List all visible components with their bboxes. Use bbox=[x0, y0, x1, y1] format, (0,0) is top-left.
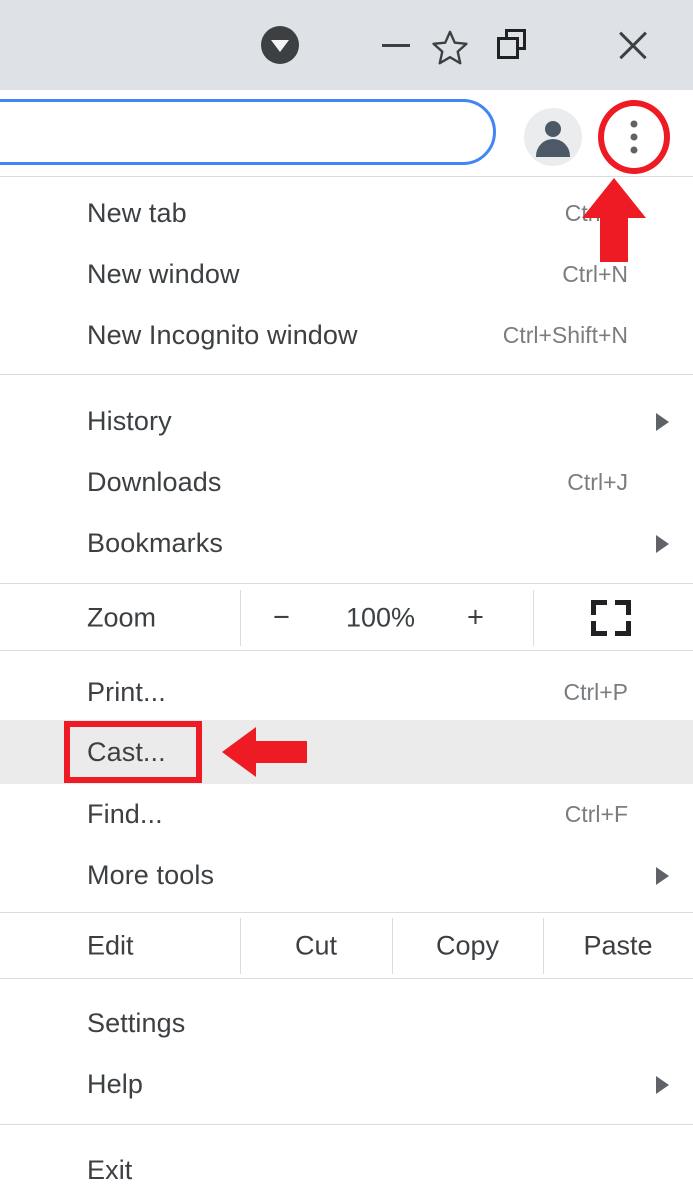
close-button[interactable] bbox=[588, 0, 678, 90]
menu-edit-row: Edit Cut Copy Paste bbox=[0, 914, 693, 978]
menu-separator bbox=[0, 583, 693, 584]
menu-item-history[interactable]: History bbox=[0, 391, 693, 452]
menu-item-shortcut: Ctrl+N bbox=[562, 261, 628, 287]
chevron-right-icon bbox=[656, 412, 669, 431]
menu-item-cast[interactable]: Cast... bbox=[0, 720, 693, 784]
menu-item-label: New Incognito window bbox=[87, 320, 358, 350]
window-title-bar bbox=[0, 0, 693, 90]
copy-button[interactable]: Copy bbox=[392, 931, 543, 962]
chrome-main-menu: New tab Ctrl+T New window Ctrl+N New Inc… bbox=[0, 177, 693, 1199]
browser-toolbar bbox=[0, 90, 693, 177]
up-arrow-annotation bbox=[582, 178, 646, 262]
menu-item-label: Settings bbox=[87, 1008, 186, 1038]
menu-separator bbox=[0, 650, 693, 651]
menu-item-shortcut: Ctrl+P bbox=[563, 679, 628, 705]
account-avatar-icon bbox=[545, 121, 561, 137]
close-icon bbox=[616, 28, 650, 62]
cut-button[interactable]: Cut bbox=[240, 931, 392, 962]
menu-item-print[interactable]: Print... Ctrl+P bbox=[0, 662, 693, 723]
menu-item-label: Exit bbox=[87, 1155, 133, 1185]
menu-zoom-row: Zoom − 100% + bbox=[0, 586, 693, 650]
restore-window-icon bbox=[497, 29, 529, 61]
menu-item-shortcut: Ctrl+J bbox=[567, 469, 628, 495]
menu-item-label: Help bbox=[87, 1069, 143, 1099]
profile-avatar[interactable] bbox=[524, 108, 582, 166]
zoom-label: Zoom bbox=[87, 602, 157, 633]
download-indicator-button[interactable] bbox=[235, 0, 325, 90]
paste-button[interactable]: Paste bbox=[543, 931, 693, 962]
menu-item-help[interactable]: Help bbox=[0, 1054, 693, 1115]
zoom-level-value: 100% bbox=[346, 602, 416, 633]
minimize-icon bbox=[382, 43, 410, 47]
menu-separator bbox=[0, 374, 693, 375]
chevron-right-icon bbox=[656, 1075, 669, 1094]
zoom-out-button[interactable]: − bbox=[273, 602, 290, 635]
fullscreen-icon[interactable] bbox=[591, 600, 631, 636]
menu-item-label: New tab bbox=[87, 198, 187, 228]
download-arrow-circle-icon bbox=[261, 26, 299, 64]
menu-item-settings[interactable]: Settings bbox=[0, 993, 693, 1054]
menu-item-more-tools[interactable]: More tools bbox=[0, 845, 693, 906]
browser-window-screenshot: New tab Ctrl+T New window Ctrl+N New Inc… bbox=[0, 0, 693, 1199]
menu-item-label: New window bbox=[87, 259, 240, 289]
menu-item-shortcut: Ctrl+F bbox=[564, 801, 628, 827]
menu-item-downloads[interactable]: Downloads Ctrl+J bbox=[0, 452, 693, 513]
menu-item-shortcut: Ctrl+Shift+N bbox=[502, 322, 628, 348]
zoom-in-button[interactable]: + bbox=[467, 602, 484, 635]
chevron-right-icon bbox=[656, 534, 669, 553]
menu-item-label: Print... bbox=[87, 677, 166, 707]
chevron-right-icon bbox=[656, 866, 669, 885]
menu-item-exit[interactable]: Exit bbox=[0, 1140, 693, 1199]
menu-item-label: More tools bbox=[87, 860, 215, 890]
bookmark-star-icon[interactable] bbox=[428, 26, 472, 70]
menu-separator bbox=[0, 978, 693, 979]
menu-separator bbox=[0, 912, 693, 913]
menu-item-label: History bbox=[87, 406, 172, 436]
menu-item-label: Downloads bbox=[87, 467, 222, 497]
address-bar[interactable] bbox=[0, 99, 496, 165]
menu-button-highlight-circle bbox=[598, 100, 670, 174]
divider bbox=[240, 590, 241, 646]
menu-item-label: Find... bbox=[87, 799, 163, 829]
menu-item-bookmarks[interactable]: Bookmarks bbox=[0, 513, 693, 574]
menu-item-new-incognito-window[interactable]: New Incognito window Ctrl+Shift+N bbox=[0, 305, 693, 366]
download-triangle-glyph bbox=[271, 39, 289, 52]
restore-button[interactable] bbox=[468, 0, 558, 90]
divider bbox=[533, 590, 534, 646]
left-arrow-annotation bbox=[222, 727, 307, 777]
menu-item-label: Cast... bbox=[87, 736, 166, 767]
menu-item-label: Bookmarks bbox=[87, 528, 223, 558]
menu-item-find[interactable]: Find... Ctrl+F bbox=[0, 784, 693, 845]
menu-separator bbox=[0, 1124, 693, 1125]
edit-label: Edit bbox=[87, 930, 134, 961]
